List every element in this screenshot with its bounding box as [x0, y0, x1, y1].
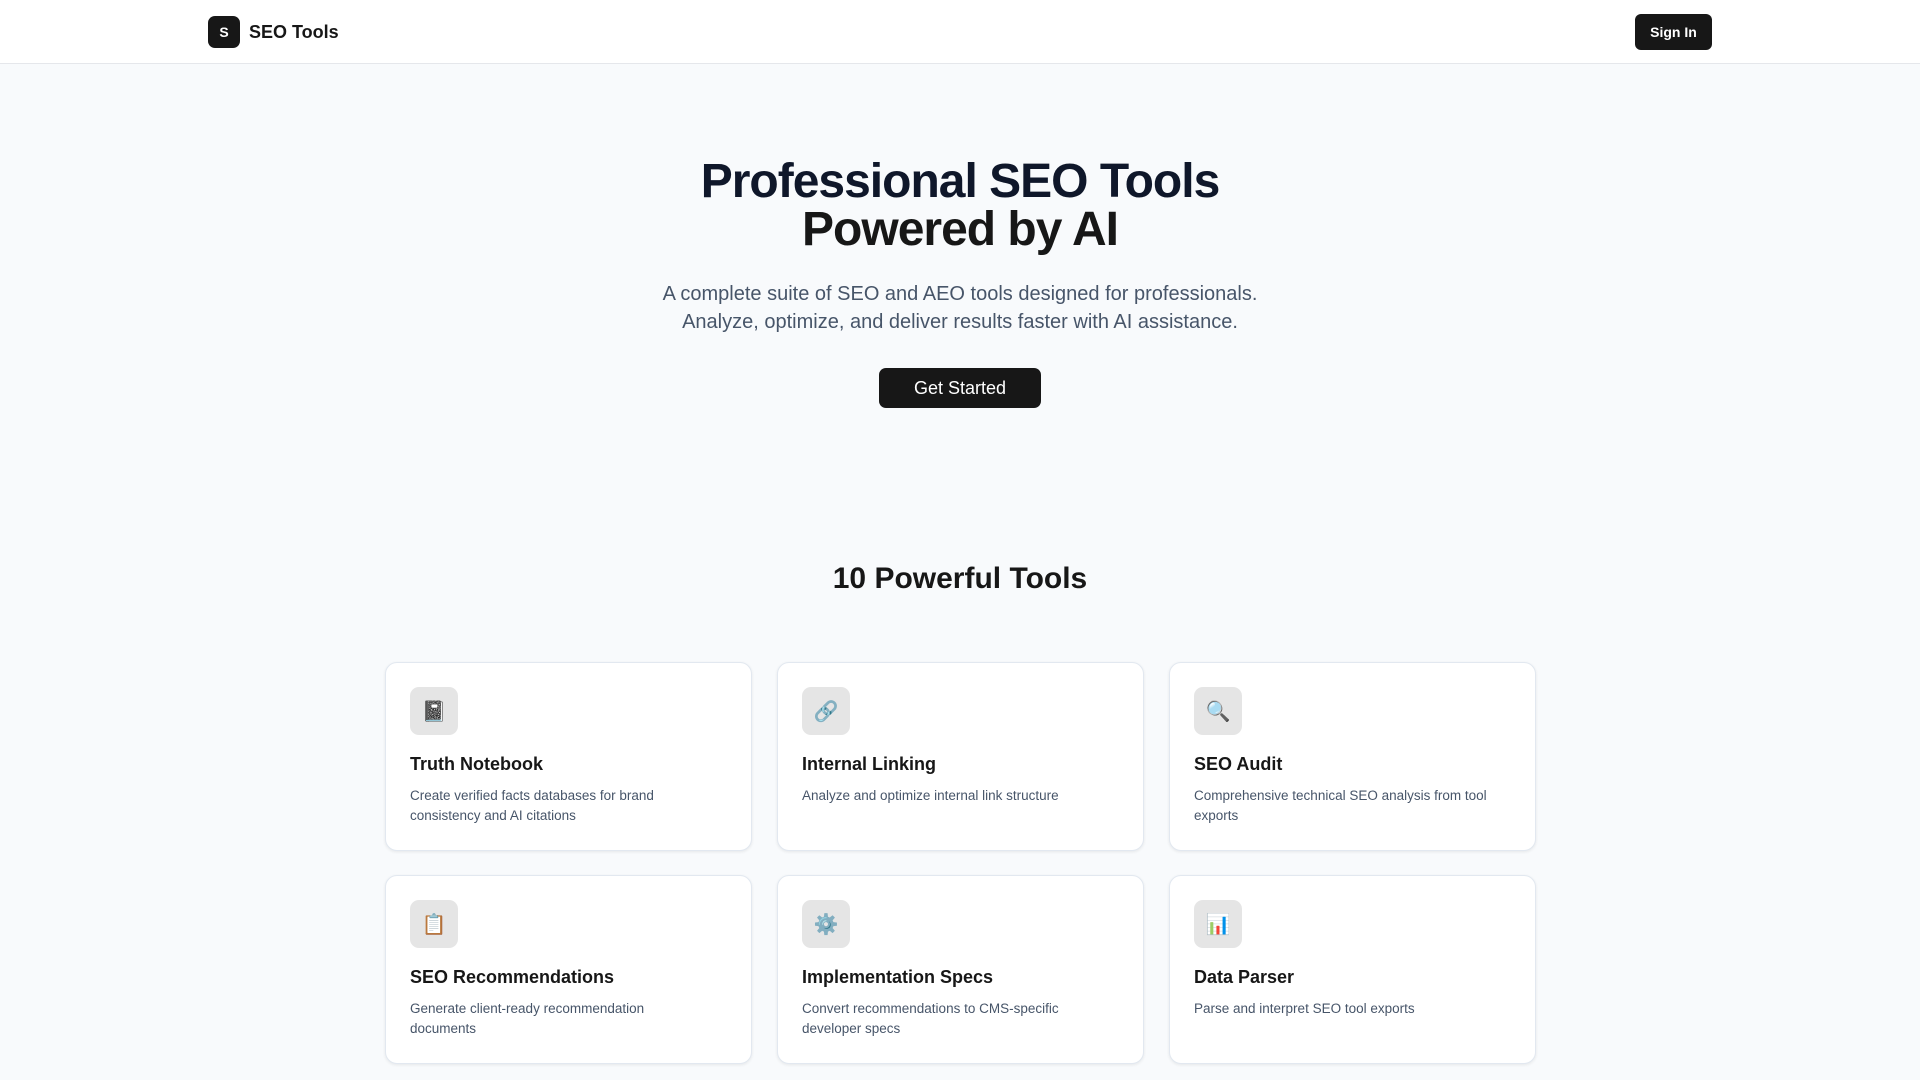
tool-card-title: SEO Recommendations: [410, 967, 615, 987]
tool-card-data-parser[interactable]: 📊 Data Parser Parse and interpret SEO to…: [1169, 875, 1536, 1064]
bar-chart-icon: 📊: [1194, 900, 1242, 948]
tool-card-description: Create verified facts databases for bran…: [410, 788, 654, 823]
tool-card-seo-recommendations[interactable]: 📋 SEO Recommendations Generate client-re…: [385, 875, 752, 1064]
brand-logo[interactable]: S SEO Tools: [208, 16, 339, 48]
hero-subtitle-line-1: A complete suite of SEO and AEO tools de…: [662, 283, 1258, 305]
top-nav: S SEO Tools Sign In: [0, 0, 1920, 64]
tool-card-truth-notebook[interactable]: 📓 Truth Notebook Create verified facts d…: [385, 662, 752, 851]
tool-card-seo-audit[interactable]: 🔍 SEO Audit Comprehensive technical SEO …: [1169, 662, 1536, 851]
tool-card-internal-linking[interactable]: 🔗 Internal Linking Analyze and optimize …: [777, 662, 1144, 851]
brand-name: SEO Tools: [249, 21, 339, 42]
hero-subtitle-line-2: Analyze, optimize, and deliver results f…: [682, 311, 1238, 333]
link-icon: 🔗: [802, 687, 850, 735]
tool-card-title: Implementation Specs: [802, 967, 994, 987]
tool-card-title: Truth Notebook: [410, 754, 543, 774]
tools-section-title: 10 Powerful Tools: [832, 562, 1088, 595]
tool-card-title: Data Parser: [1194, 967, 1295, 987]
gear-icon: ⚙️: [802, 900, 850, 948]
tool-card-description: Comprehensive technical SEO analysis fro…: [1194, 788, 1487, 823]
hero-title-line-2: Powered by AI: [802, 203, 1119, 256]
tool-card-description: Analyze and optimize internal link struc…: [802, 788, 1059, 803]
hero-subtitle: A complete suite of SEO and AEO tools de…: [0, 280, 1920, 336]
hero-title: Professional SEO Tools Powered by AI: [0, 158, 1920, 254]
tool-card-implementation-specs[interactable]: ⚙️ Implementation Specs Convert recommen…: [777, 875, 1144, 1064]
sign-in-button[interactable]: Sign In: [1635, 14, 1712, 50]
tool-card-title: SEO Audit: [1194, 754, 1283, 774]
tools-grid: 📓 Truth Notebook Create verified facts d…: [385, 662, 1536, 1064]
tool-card-title: Internal Linking: [802, 754, 937, 774]
notebook-icon: 📓: [410, 687, 458, 735]
get-started-button[interactable]: Get Started: [879, 368, 1041, 408]
tool-card-description: Convert recommendations to CMS-specific …: [802, 1001, 1059, 1036]
hero-title-line-1: Professional SEO Tools: [700, 155, 1221, 208]
logo-mark: S: [208, 16, 240, 48]
magnifier-icon: 🔍: [1194, 687, 1242, 735]
tool-card-description: Generate client-ready recommendation doc…: [410, 1001, 645, 1036]
tool-card-description: Parse and interpret SEO tool exports: [1194, 1001, 1415, 1016]
hero-section: Professional SEO Tools Powered by AI A c…: [0, 64, 1920, 408]
clipboard-icon: 📋: [410, 900, 458, 948]
